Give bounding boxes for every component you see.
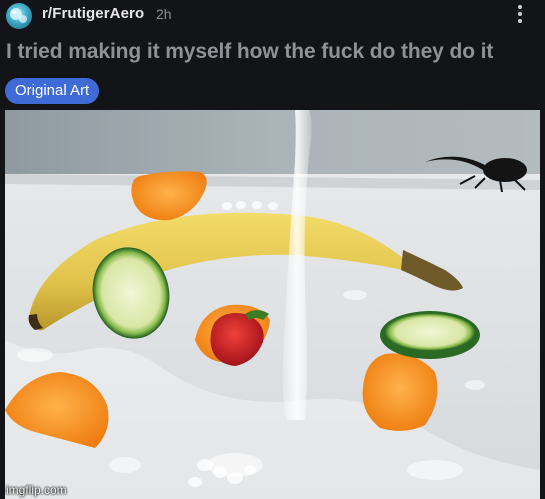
post-image[interactable] — [5, 110, 540, 499]
mandarin-slice-right — [362, 353, 438, 431]
vertical-ellipsis-icon[interactable] — [513, 2, 527, 26]
fruit-photo — [5, 110, 540, 499]
post-flair[interactable]: Original Art — [5, 78, 100, 104]
post-title[interactable]: I tried making it myself how the fuck do… — [6, 40, 493, 64]
cucumber-slice-right — [380, 311, 480, 359]
subreddit-avatar[interactable] — [6, 3, 32, 29]
post-time: 2h — [156, 6, 172, 22]
subreddit-name[interactable]: r/FrutigerAero — [42, 5, 144, 22]
post-header: r/FrutigerAero 2h — [0, 0, 545, 30]
imgflip-watermark: imgflip.com — [6, 483, 67, 497]
bubble-logo-icon — [10, 8, 27, 23]
